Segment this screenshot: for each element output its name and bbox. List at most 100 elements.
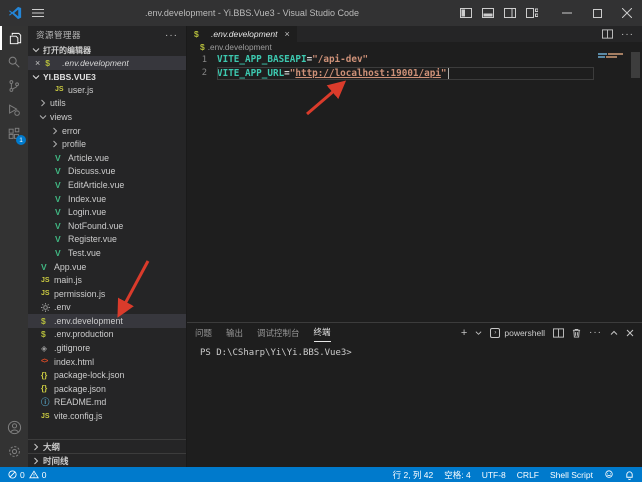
- maximize-button[interactable]: [582, 0, 612, 26]
- run-debug-icon[interactable]: [0, 98, 28, 122]
- open-editor-item-env-development[interactable]: × $ .env.development: [28, 56, 186, 70]
- toggle-secondary-sidebar-icon[interactable]: [504, 8, 516, 18]
- tree-item-discuss-vue[interactable]: VDiscuss.vue: [28, 165, 186, 179]
- encoding[interactable]: UTF-8: [482, 470, 506, 480]
- outline-section[interactable]: 大纲: [28, 439, 186, 453]
- tree-item-notfound-vue[interactable]: VNotFound.vue: [28, 219, 186, 233]
- tree-item-register-vue[interactable]: VRegister.vue: [28, 233, 186, 247]
- panel-more-actions-icon[interactable]: ···: [589, 327, 602, 338]
- toggle-primary-sidebar-icon[interactable]: [460, 8, 472, 18]
- code-editor[interactable]: 1VITE_APP_BASEAPI="/api-dev"2VITE_APP_UR…: [187, 52, 642, 322]
- open-editors-section[interactable]: 打开的编辑器: [28, 44, 186, 56]
- source-control-icon[interactable]: [0, 74, 28, 98]
- problems-warnings[interactable]: 0: [29, 470, 47, 480]
- panel-tab-0[interactable]: 问题: [195, 323, 212, 342]
- minimap[interactable]: [596, 52, 628, 322]
- tree-item-gitignore[interactable]: ◈.gitignore: [28, 341, 186, 355]
- tree-item-views[interactable]: views: [28, 110, 186, 124]
- kill-terminal-trash-icon[interactable]: [572, 328, 581, 338]
- tree-item-profile[interactable]: profile: [28, 137, 186, 151]
- title-bar: .env.development - Yi.BBS.Vue3 - Visual …: [0, 0, 642, 26]
- window-title: .env.development - Yi.BBS.Vue3 - Visual …: [44, 8, 460, 18]
- line-number: 2: [187, 68, 217, 78]
- error-icon: [8, 470, 17, 479]
- tree-item-vite-config-js[interactable]: JSvite.config.js: [28, 409, 186, 423]
- close-panel-icon[interactable]: [626, 329, 634, 337]
- tree-item-env[interactable]: .env: [28, 301, 186, 315]
- tree-item-user-js[interactable]: JSuser.js: [28, 83, 186, 97]
- panel-header: 问题输出调试控制台终端 + › powershell ···: [187, 323, 642, 342]
- customize-layout-icon[interactable]: [526, 8, 538, 18]
- text-cursor: [448, 68, 449, 79]
- shellscript-file-icon: $: [194, 29, 207, 39]
- minimize-button[interactable]: [552, 0, 582, 26]
- split-terminal-icon[interactable]: [553, 328, 564, 338]
- eol-sequence[interactable]: CRLF: [517, 470, 539, 480]
- tree-item-editarticle-vue[interactable]: VEditArticle.vue: [28, 178, 186, 192]
- indentation[interactable]: 空格: 4: [444, 469, 470, 481]
- timeline-section[interactable]: 时间线: [28, 453, 186, 467]
- git-file-icon: ◈: [41, 344, 54, 353]
- tree-item-package-lock-json[interactable]: {}package-lock.json: [28, 368, 186, 382]
- vue-file-icon: V: [55, 234, 68, 244]
- gear-icon: [41, 303, 54, 312]
- account-icon[interactable]: [0, 415, 28, 439]
- tree-item-index-html[interactable]: <>index.html: [28, 355, 186, 369]
- new-terminal-icon[interactable]: +: [461, 327, 467, 339]
- tree-item-test-vue[interactable]: VTest.vue: [28, 246, 186, 260]
- shellscript-file-icon: $: [41, 329, 54, 339]
- breadcrumb[interactable]: $ .env.development: [187, 42, 642, 52]
- code-line-2[interactable]: 2VITE_APP_URL="http://localhost:19001/ap…: [187, 67, 642, 81]
- terminal-prompt: PS D:\CSharp\Yi\Yi.BBS.Vue3>: [200, 348, 352, 358]
- js-file-icon: JS: [41, 277, 54, 284]
- tree-item-env-development[interactable]: $.env.development: [28, 314, 186, 328]
- explorer-icon[interactable]: [0, 26, 28, 50]
- project-root-section[interactable]: YI.BBS.VUE3: [28, 70, 186, 83]
- code-line-1[interactable]: 1VITE_APP_BASEAPI="/api-dev": [187, 53, 642, 67]
- close-window-button[interactable]: [612, 0, 642, 26]
- search-icon[interactable]: [0, 50, 28, 74]
- tree-item-main-js[interactable]: JSmain.js: [28, 273, 186, 287]
- tab-env-development[interactable]: $ .env.development ×: [187, 26, 297, 42]
- tree-item-app-vue[interactable]: VApp.vue: [28, 260, 186, 274]
- split-editor-icon[interactable]: [602, 29, 613, 39]
- feedback-icon[interactable]: [604, 470, 614, 479]
- terminal-dropdown-icon[interactable]: [475, 330, 482, 336]
- toggle-panel-icon[interactable]: [482, 8, 494, 18]
- editor-scrollbar[interactable]: [628, 52, 642, 322]
- shell-picker[interactable]: › powershell: [490, 328, 545, 338]
- terminal-output[interactable]: PS D:\CSharp\Yi\Yi.BBS.Vue3>: [187, 342, 642, 467]
- bottom-panel: 问题输出调试控制台终端 + › powershell ···: [187, 322, 642, 467]
- vue-file-icon: V: [55, 248, 68, 258]
- js-file-icon: JS: [41, 413, 54, 420]
- panel-tab-3[interactable]: 终端: [314, 323, 331, 342]
- explorer-more-actions-icon[interactable]: ···: [165, 30, 178, 41]
- close-editor-icon[interactable]: ×: [35, 58, 40, 68]
- tree-item-package-json[interactable]: {}package.json: [28, 382, 186, 396]
- extensions-icon[interactable]: 1: [0, 122, 28, 146]
- extensions-badge: 1: [16, 135, 26, 145]
- notifications-bell-icon[interactable]: [625, 470, 634, 480]
- tree-item-env-production[interactable]: $.env.production: [28, 328, 186, 342]
- tree-item-login-vue[interactable]: VLogin.vue: [28, 205, 186, 219]
- panel-tab-1[interactable]: 输出: [226, 323, 243, 342]
- tree-item-error[interactable]: error: [28, 124, 186, 138]
- problems-errors[interactable]: 0: [8, 470, 25, 480]
- panel-tab-2[interactable]: 调试控制台: [257, 323, 300, 342]
- sidebar-title: 资源管理器: [36, 29, 81, 41]
- tree-item-utils[interactable]: utils: [28, 97, 186, 111]
- editor-more-actions-icon[interactable]: ···: [621, 29, 634, 40]
- cursor-position[interactable]: 行 2, 列 42: [393, 469, 434, 481]
- tree-item-article-vue[interactable]: VArticle.vue: [28, 151, 186, 165]
- menu-icon[interactable]: [32, 8, 44, 18]
- maximize-panel-icon[interactable]: [610, 330, 618, 336]
- tree-item-index-vue[interactable]: VIndex.vue: [28, 192, 186, 206]
- settings-gear-icon[interactable]: [0, 439, 28, 463]
- activity-bar: 1: [0, 26, 28, 467]
- tree-item-readme-md[interactable]: ⓘREADME.md: [28, 396, 186, 410]
- tab-close-icon[interactable]: ×: [284, 29, 289, 39]
- line-number: 1: [187, 55, 217, 65]
- tab-bar: $ .env.development × ···: [187, 26, 642, 42]
- tree-item-permission-js[interactable]: JSpermission.js: [28, 287, 186, 301]
- language-mode[interactable]: Shell Script: [550, 470, 593, 480]
